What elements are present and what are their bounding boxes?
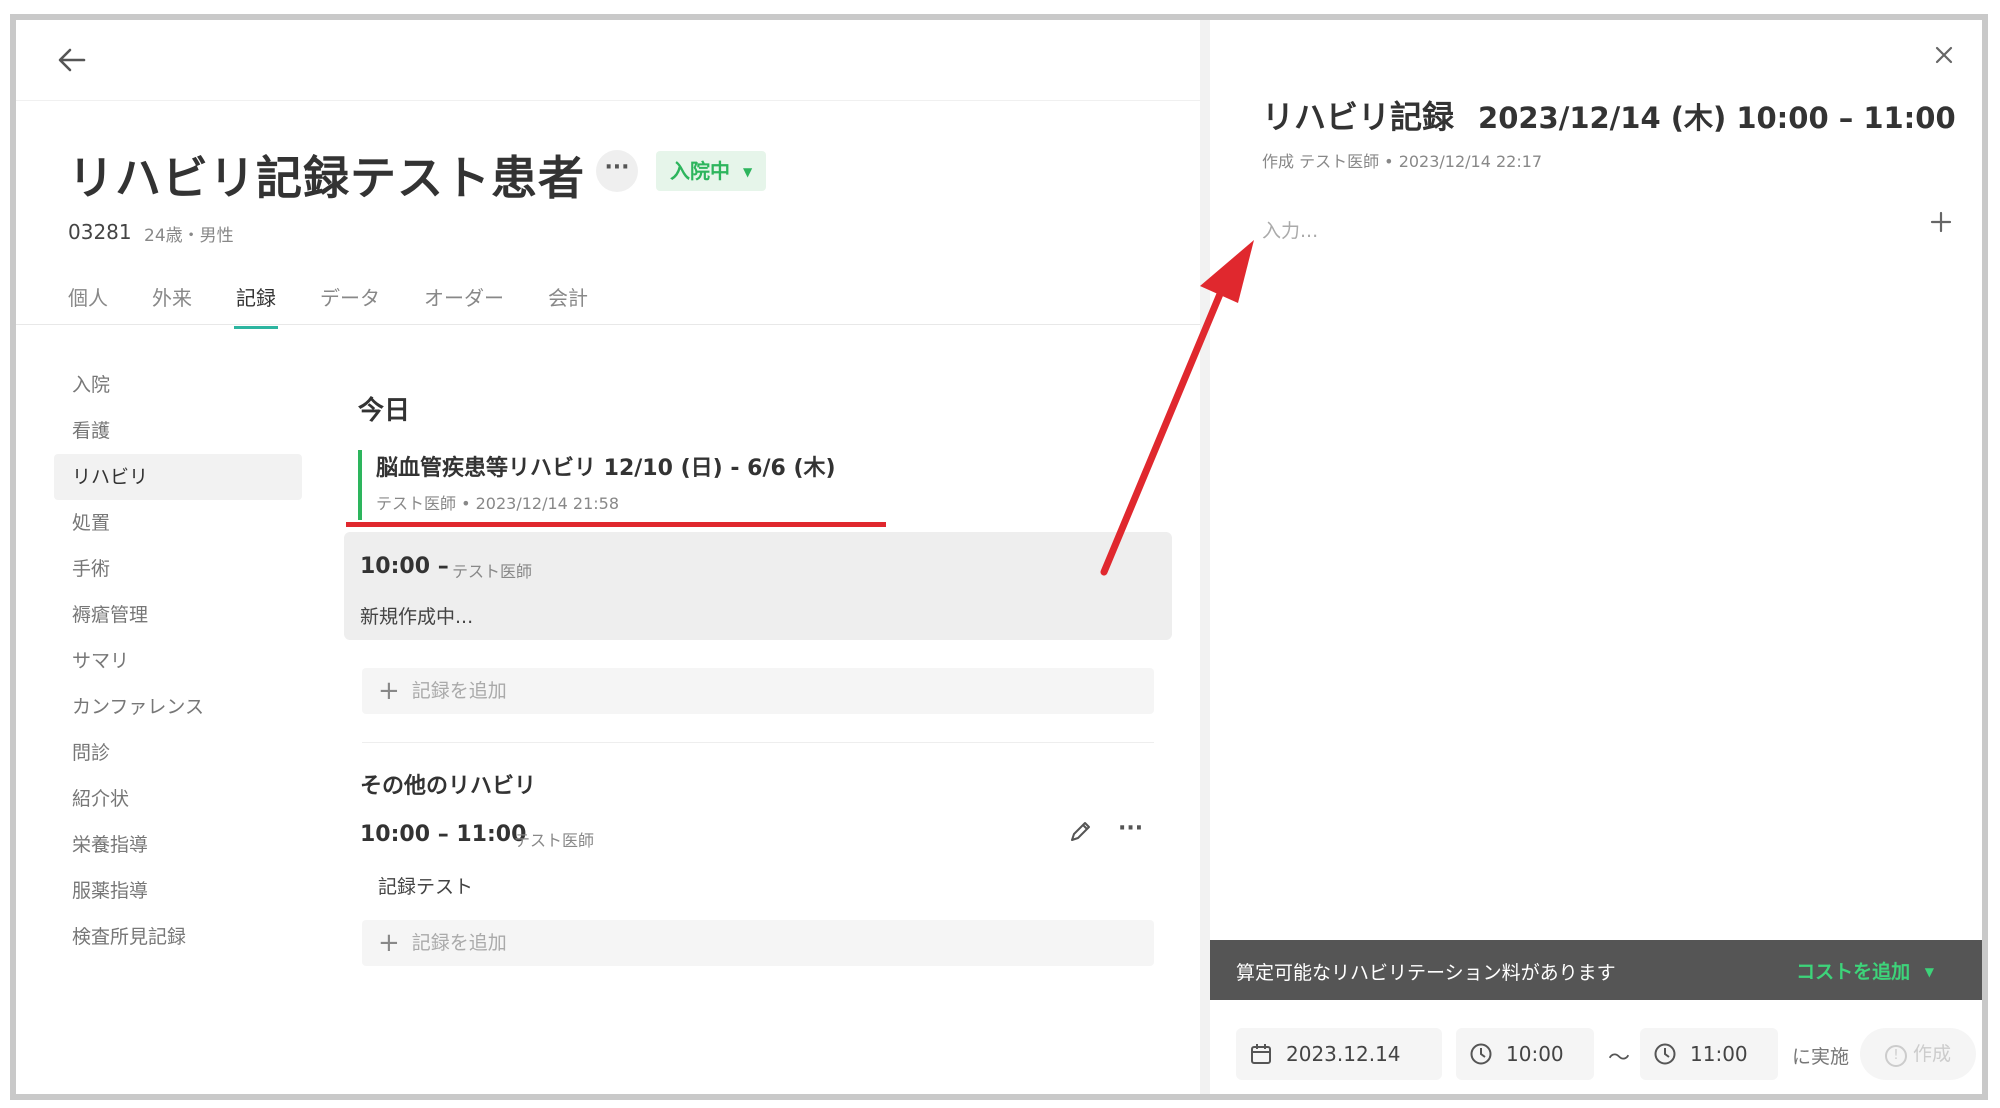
tab-orders[interactable]: オーダー <box>424 282 504 329</box>
record-sidebar: 入院 看護 リハビリ 処置 手術 褥瘡管理 サマリ カンファレンス 問診 紹介状… <box>54 362 302 960</box>
date-field[interactable]: 2023.12.14 <box>1236 1028 1442 1080</box>
caret-down-icon: ▼ <box>1924 965 1934 979</box>
other-rehab-heading: その他のリハビリ <box>360 774 537 799</box>
current-record-card[interactable]: 10:00 – テスト医師 新規作成中... <box>344 532 1172 640</box>
plus-icon: + <box>378 676 400 706</box>
add-record-button[interactable]: + 記録を追加 <box>362 668 1154 714</box>
record-status-text: 新規作成中... <box>360 606 474 628</box>
tab-personal[interactable]: 個人 <box>68 282 108 329</box>
panel-title-date: 2023/12/14 (木) 10:00 – 11:00 <box>1478 101 1956 135</box>
tab-billing[interactable]: 会計 <box>548 282 588 329</box>
sidebar-item-rehab[interactable]: リハビリ <box>54 454 302 500</box>
other-record-text: 記録テスト <box>378 876 474 898</box>
patient-name: リハビリ記録テスト患者 <box>68 151 585 205</box>
record-author: テスト医師 <box>452 562 533 581</box>
rehab-course[interactable]: 脳血管疾患等リハビリ 12/10 (日) - 6/6 (木) テスト医師 • 2… <box>358 450 878 520</box>
sidebar-item-conference[interactable]: カンファレンス <box>54 684 302 730</box>
pane-divider <box>1200 20 1210 1094</box>
more-icon[interactable]: ··· <box>1118 816 1143 841</box>
sidebar-item-pressure-ulcer[interactable]: 褥瘡管理 <box>54 592 302 638</box>
calendar-icon <box>1248 1029 1274 1081</box>
record-input[interactable]: 入力... <box>1262 216 1318 243</box>
create-button[interactable]: ! 作成 <box>1860 1028 1976 1080</box>
end-time-field[interactable]: 11:00 <box>1640 1028 1778 1080</box>
sidebar-item-referral[interactable]: 紹介状 <box>54 776 302 822</box>
status-label: 入院中 <box>670 159 730 183</box>
record-footer: 2023.12.14 10:00 〜 11:00 に実施 ! 作成 <box>1210 1000 1982 1094</box>
patient-tabs: 個人 外来 記録 データ オーダー 会計 <box>68 282 632 329</box>
performed-label: に実施 <box>1792 1046 1850 1068</box>
add-record-label: 記録を追加 <box>411 680 507 702</box>
course-title: 脳血管疾患等リハビリ 12/10 (日) - 6/6 (木) <box>376 456 836 481</box>
billing-notice-bar: 算定可能なリハビリテーション料があります コストを追加 ▼ <box>1210 940 1982 1000</box>
section-divider <box>362 742 1154 743</box>
caret-down-icon: ▼ <box>742 165 753 179</box>
sidebar-item-nursing[interactable]: 看護 <box>54 408 302 454</box>
end-time-value: 11:00 <box>1690 1042 1748 1066</box>
panel-title: リハビリ記録 2023/12/14 (木) 10:00 – 11:00 <box>1262 92 1956 138</box>
sidebar-item-nutrition[interactable]: 栄養指導 <box>54 822 302 868</box>
panel-title-main: リハビリ記録 <box>1262 98 1455 136</box>
sidebar-item-procedure[interactable]: 処置 <box>54 500 302 546</box>
add-item-button[interactable] <box>1930 206 1952 241</box>
patient-id: 03281 <box>68 220 132 244</box>
panel-meta: 作成 テスト医師 • 2023/12/14 22:17 <box>1262 152 1543 171</box>
course-meta: テスト医師 • 2023/12/14 21:58 <box>376 494 620 513</box>
sidebar-item-interview[interactable]: 問診 <box>54 730 302 776</box>
add-cost-label: コストを追加 <box>1796 961 1911 983</box>
patient-pane: リハビリ記録テスト患者 ··· 入院中 ▼ 03281 24歳・男性 個人 外来… <box>16 20 1200 1094</box>
add-record-button-other[interactable]: + 記録を追加 <box>362 920 1154 966</box>
app-window: リハビリ記録テスト患者 ··· 入院中 ▼ 03281 24歳・男性 個人 外来… <box>10 14 1988 1100</box>
alert-circle-icon: ! <box>1884 1045 1907 1067</box>
close-icon <box>1935 46 1953 64</box>
create-label: 作成 <box>1912 1043 1951 1065</box>
billing-notice-text: 算定可能なリハビリテーション料があります <box>1236 962 1616 984</box>
close-button[interactable] <box>1932 40 1956 75</box>
plus-icon <box>1930 211 1952 233</box>
tab-data[interactable]: データ <box>320 282 380 329</box>
other-record-time: 10:00 – 11:00 <box>360 822 527 847</box>
admission-status-dropdown[interactable]: 入院中 ▼ <box>656 151 767 191</box>
plus-icon: + <box>378 928 400 958</box>
header-divider <box>16 100 1200 101</box>
add-record-label: 記録を追加 <box>411 932 507 954</box>
start-time-field[interactable]: 10:00 <box>1456 1028 1594 1080</box>
sidebar-item-exam-findings[interactable]: 検査所見記録 <box>54 914 302 960</box>
rehab-record-panel: リハビリ記録 2023/12/14 (木) 10:00 – 11:00 作成 テス… <box>1210 20 1982 1094</box>
back-button[interactable] <box>54 42 94 82</box>
sidebar-item-surgery[interactable]: 手術 <box>54 546 302 592</box>
patient-info: 24歳・男性 <box>144 226 234 246</box>
start-time-value: 10:00 <box>1506 1042 1564 1066</box>
sidebar-item-summary[interactable]: サマリ <box>54 638 302 684</box>
tab-records[interactable]: 記録 <box>234 282 278 329</box>
arrow-left-icon <box>58 48 86 72</box>
patient-more-button[interactable]: ··· <box>596 150 638 192</box>
annotation-underline <box>346 522 886 527</box>
other-record-author: テスト医師 <box>514 831 595 850</box>
tab-outpatient[interactable]: 外来 <box>152 282 192 329</box>
pencil-icon[interactable] <box>1068 818 1094 850</box>
time-range-separator: 〜 <box>1608 1046 1631 1071</box>
sidebar-item-admission[interactable]: 入院 <box>54 362 302 408</box>
sidebar-item-medication[interactable]: 服薬指導 <box>54 868 302 914</box>
add-cost-button[interactable]: コストを追加 ▼ <box>1796 957 1934 984</box>
clock-icon <box>1468 1029 1494 1081</box>
today-heading: 今日 <box>358 396 411 426</box>
record-time: 10:00 – <box>360 554 449 579</box>
clock-icon <box>1652 1029 1678 1081</box>
tabs-divider <box>16 324 1200 325</box>
date-value: 2023.12.14 <box>1286 1042 1401 1066</box>
